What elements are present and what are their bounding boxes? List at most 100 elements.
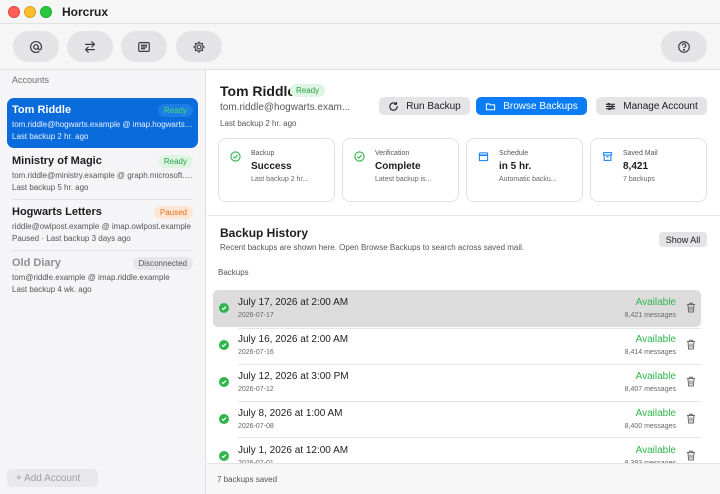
backup-status: Available [635, 371, 676, 382]
backup-history-subtitle: Recent backups are shown here. Open Brow… [220, 243, 525, 252]
backup-history-title: Backup History [220, 226, 309, 240]
backup-message-count: 8,414 messages [624, 349, 676, 356]
refresh-icon [389, 101, 398, 111]
backup-status: Available [635, 408, 676, 419]
page-title: Tom Riddle [220, 83, 296, 99]
question-mark-icon [678, 40, 690, 53]
account-meta: Last backup 5 hr. ago [12, 183, 89, 192]
account-server: riddle@owlpost.example @ imap.owlpost.ex… [12, 222, 191, 231]
card-label: Backup [251, 150, 275, 157]
card-subtitle: 7 backups [623, 176, 655, 183]
help-toolbar-button[interactable] [661, 31, 707, 62]
check-circle-icon [219, 340, 229, 350]
account-meta: Paused · Last backup 3 days ago [12, 234, 131, 243]
status-badge: Disconnected [132, 257, 193, 270]
document-list-icon [138, 41, 150, 52]
logs-toolbar-button[interactable] [121, 31, 167, 62]
backup-row[interactable]: July 12, 2026 at 3:00 PM 2026-07-12 Avai… [213, 364, 701, 401]
manage-account-label: Manage Account [623, 100, 698, 112]
zoom-window-button[interactable] [40, 6, 52, 18]
sliders-icon [606, 102, 616, 110]
saved-mail-card: Saved Mail 8,421 7 backups [590, 138, 707, 202]
card-value: Complete [375, 161, 421, 172]
account-meta: Last backup 4 wk. ago [12, 285, 92, 294]
check-circle-icon [230, 151, 241, 162]
backup-row[interactable]: July 8, 2026 at 1:00 AM 2026-07-08 Avail… [213, 401, 701, 438]
backup-date: July 1, 2026 at 12:00 AM [238, 445, 349, 456]
check-circle-icon [354, 151, 365, 162]
archive-icon [602, 152, 613, 161]
title-bar: Horcrux [0, 0, 720, 24]
accounts-toolbar-button[interactable] [13, 31, 59, 62]
close-window-button[interactable] [8, 6, 20, 18]
minimize-window-button[interactable] [24, 6, 36, 18]
backup-message-count: 8,400 messages [624, 423, 676, 430]
arrows-transfer-icon [84, 40, 96, 53]
sidebar-account-old-diary[interactable]: Old Diary Disconnected tom@riddle.exampl… [7, 251, 198, 301]
card-label: Verification [375, 150, 410, 157]
divider [207, 215, 720, 216]
run-backup-button[interactable]: Run Backup [379, 97, 470, 115]
card-value: in 5 hr. [499, 161, 532, 172]
toolbar [0, 24, 720, 70]
status-badge: Paused [153, 206, 193, 219]
browse-backups-label: Browse Backups [503, 100, 578, 112]
verification-status-card: Verification Complete Latest backup is..… [342, 138, 459, 202]
card-subtitle: Automatic backu... [499, 176, 557, 183]
browse-backups-button[interactable]: Browse Backups [476, 97, 587, 115]
check-circle-icon [219, 377, 229, 387]
backup-status: Available [635, 334, 676, 345]
trash-icon[interactable] [686, 339, 696, 350]
trash-icon[interactable] [686, 450, 696, 461]
check-circle-icon [219, 414, 229, 424]
backup-message-count: 8,421 messages [624, 312, 676, 319]
backup-date: July 16, 2026 at 2:00 AM [238, 334, 349, 345]
sidebar-account-ministry[interactable]: Ministry of Magic Ready tom.riddle@minis… [7, 149, 198, 199]
backup-date: July 17, 2026 at 2:00 AM [238, 297, 349, 308]
sidebar-account-tom-riddle[interactable]: Tom Riddle Ready tom.riddle@hogwarts.exa… [7, 98, 198, 148]
backup-row[interactable]: July 17, 2026 at 2:00 AM 2026-07-17 Avai… [213, 290, 701, 327]
last-backup-text: Last backup 2 hr. ago [220, 119, 297, 128]
backup-row[interactable]: July 16, 2026 at 2:00 AM 2026-07-16 Avai… [213, 327, 701, 364]
backup-iso-date: 2026-07-08 [238, 423, 274, 430]
window-title: Horcrux [62, 5, 109, 19]
status-badge: Ready [157, 155, 193, 168]
gear-icon [193, 40, 205, 53]
card-value: Success [251, 161, 292, 172]
trash-icon[interactable] [686, 413, 696, 424]
accounts-sidebar: Accounts Tom Riddle Ready tom.riddle@hog… [0, 70, 206, 494]
card-subtitle: Latest backup is... [375, 176, 432, 183]
trash-icon[interactable] [686, 302, 696, 313]
manage-account-button[interactable]: Manage Account [596, 97, 707, 115]
calendar-icon [478, 152, 489, 162]
account-email: tom.riddle@hogwarts.exam... [220, 102, 351, 113]
backup-status: Available [635, 297, 676, 308]
schedule-card: Schedule in 5 hr. Automatic backu... [466, 138, 583, 202]
backup-iso-date: 2026-07-16 [238, 349, 274, 356]
show-all-button[interactable]: Show All [659, 232, 707, 247]
backups-list-label: Backups [218, 268, 249, 277]
card-value: 8,421 [623, 161, 649, 172]
status-badge: Ready [157, 104, 193, 117]
transfer-toolbar-button[interactable] [67, 31, 113, 62]
account-detail: Tom Riddle Ready tom.riddle@hogwarts.exa… [207, 70, 720, 494]
backup-status: Available [635, 445, 676, 456]
account-server: tom@riddle.example @ imap.riddle.example [12, 273, 170, 282]
backup-status-card: Backup Success Last backup 2 hr... [218, 138, 335, 202]
folder-icon [486, 102, 496, 110]
trash-icon[interactable] [686, 376, 696, 387]
backups-saved-count: 7 backups saved [217, 475, 278, 484]
card-label: Saved Mail [623, 150, 658, 157]
backup-iso-date: 2026-07-17 [238, 312, 274, 319]
check-circle-icon [219, 451, 229, 461]
settings-toolbar-button[interactable] [176, 31, 222, 62]
backup-message-count: 8,407 messages [624, 386, 676, 393]
backup-date: July 8, 2026 at 1:00 AM [238, 408, 343, 419]
run-backup-label: Run Backup [406, 100, 461, 112]
at-sign-icon [30, 40, 43, 53]
card-subtitle: Last backup 2 hr... [251, 176, 309, 183]
account-server: tom.riddle@ministry.example @ graph.micr… [12, 171, 194, 180]
account-server: tom.riddle@hogwarts.example @ imap.hogwa… [12, 120, 194, 129]
add-account-button[interactable]: + Add Account [7, 469, 98, 487]
sidebar-account-hogwarts-letters[interactable]: Hogwarts Letters Paused riddle@owlpost.e… [7, 200, 198, 250]
